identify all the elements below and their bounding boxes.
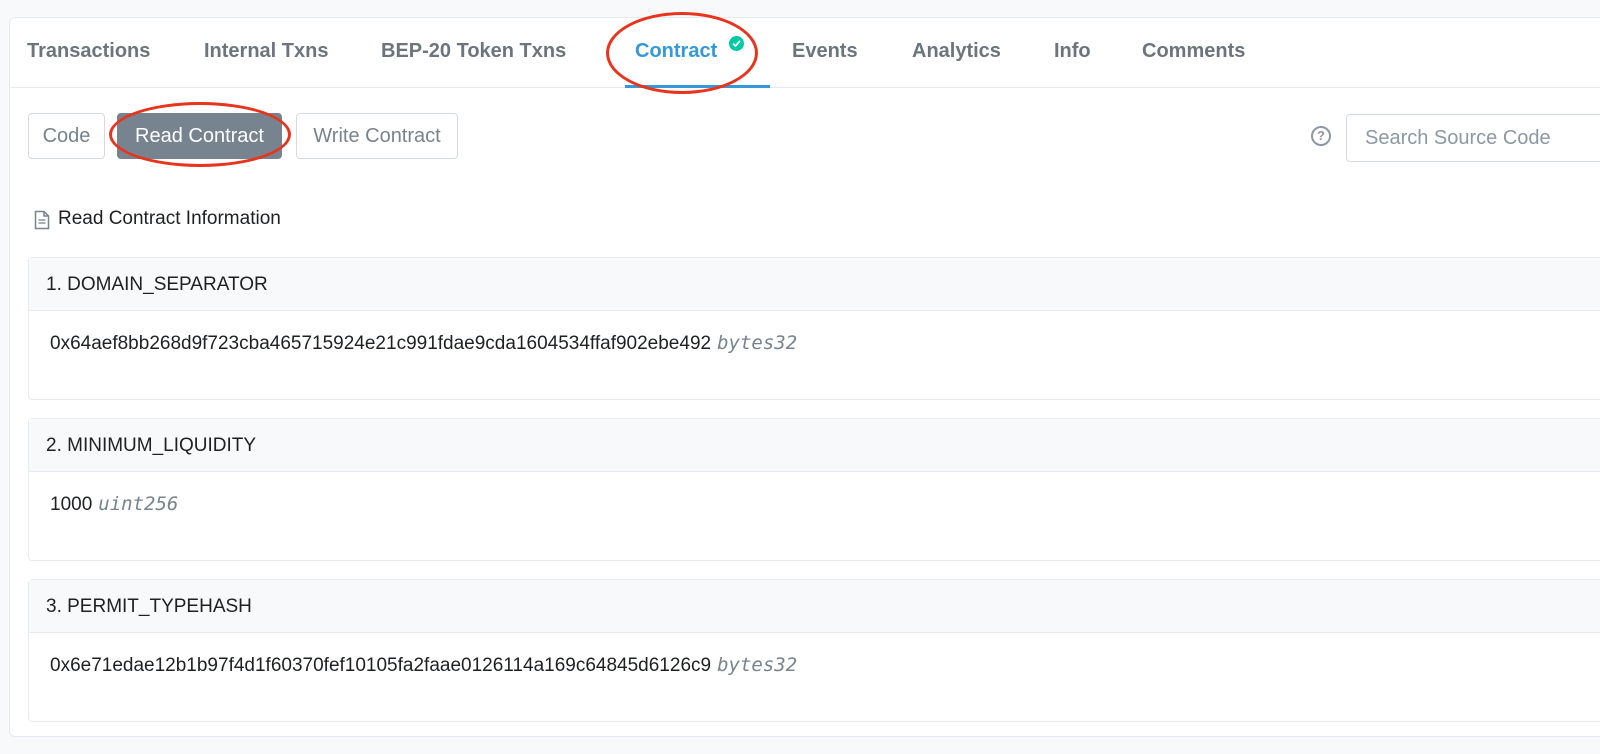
tab-info[interactable]: Info xyxy=(1054,18,1091,88)
document-icon xyxy=(34,210,50,230)
tab-events[interactable]: Events xyxy=(792,18,858,88)
function-title[interactable]: 1. DOMAIN_SEPARATOR xyxy=(29,258,1600,311)
read-contract-button[interactable]: Read Contract xyxy=(117,113,282,159)
page-bottom-strip xyxy=(0,738,1600,754)
result-type: bytes32 xyxy=(717,654,798,676)
code-button[interactable]: Code xyxy=(28,113,105,159)
function-result: 0x6e71edae12b1b97f4d1f60370fef10105fa2fa… xyxy=(50,654,797,677)
function-title[interactable]: 2. MINIMUM_LIQUIDITY xyxy=(29,419,1600,472)
tab-bep20-token-txns[interactable]: BEP-20 Token Txns xyxy=(381,18,566,88)
search-source-code-input[interactable] xyxy=(1346,114,1600,162)
tab-contract[interactable]: Contract xyxy=(635,18,717,88)
result-value: 0x64aef8bb268d9f723cba465715924e21c991fd… xyxy=(50,333,712,354)
result-value: 0x6e71edae12b1b97f4d1f60370fef10105fa2fa… xyxy=(50,655,712,676)
function-result: 0x64aef8bb268d9f723cba465715924e21c991fd… xyxy=(50,332,797,355)
tab-comments[interactable]: Comments xyxy=(1142,18,1245,88)
function-panel: 1. DOMAIN_SEPARATOR 0x64aef8bb268d9f723c… xyxy=(28,257,1600,400)
function-panel: 3. PERMIT_TYPEHASH 0x6e71edae12b1b97f4d1… xyxy=(28,579,1600,722)
check-circle-icon xyxy=(729,36,744,51)
tab-internal-txns[interactable]: Internal Txns xyxy=(204,18,328,88)
tab-bar: Transactions Internal Txns BEP-20 Token … xyxy=(10,18,1600,88)
result-type: bytes32 xyxy=(717,332,798,354)
function-panel: 2. MINIMUM_LIQUIDITY 1000 uint256 xyxy=(28,418,1600,561)
question-circle-icon[interactable]: ? xyxy=(1311,126,1331,146)
result-value: 1000 xyxy=(50,494,93,515)
tab-analytics[interactable]: Analytics xyxy=(912,18,1001,88)
result-type: uint256 xyxy=(98,493,179,515)
function-result: 1000 uint256 xyxy=(50,493,178,516)
active-tab-indicator xyxy=(625,85,770,88)
section-title: Read Contract Information xyxy=(58,208,281,229)
function-title[interactable]: 3. PERMIT_TYPEHASH xyxy=(29,580,1600,633)
write-contract-button[interactable]: Write Contract xyxy=(296,113,458,159)
contract-card: Transactions Internal Txns BEP-20 Token … xyxy=(9,12,1600,737)
tab-transactions[interactable]: Transactions xyxy=(27,18,150,88)
